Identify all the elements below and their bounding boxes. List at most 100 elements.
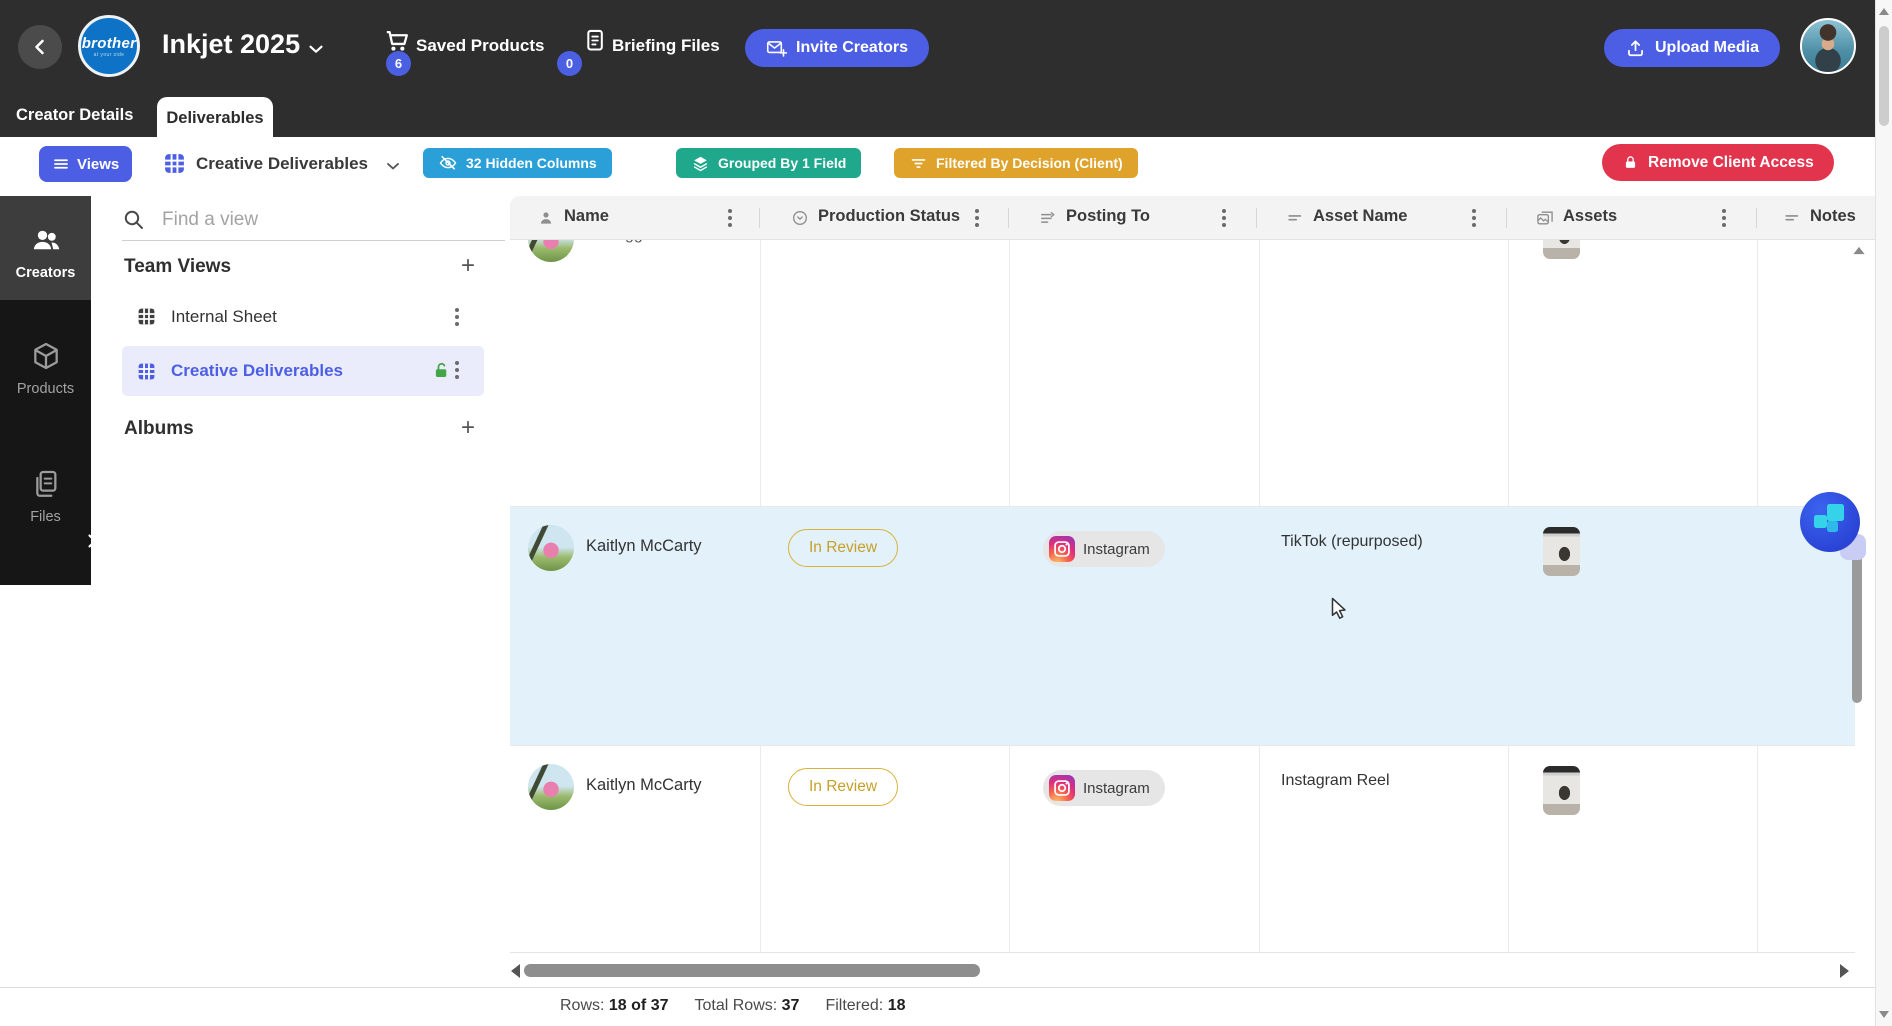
view-item-menu-icon[interactable] [455,361,459,365]
hscroll-right-arrow[interactable] [1840,964,1849,978]
column-header-asset-name[interactable]: Asset Name [1313,207,1407,226]
asset-thumbnail[interactable] [1543,240,1580,259]
tab-creator-details[interactable]: Creator Details [16,94,133,137]
saved-products-label[interactable]: Saved Products [416,36,545,56]
asset-name-text[interactable]: TikTok (repurposed) [1281,533,1423,551]
view-item-creative-deliverables[interactable]: Creative Deliverables [122,346,484,396]
rail-item-creators[interactable]: Creators [0,196,91,300]
filtered-label: Filtered By Decision (Client) [936,155,1123,171]
text-field-icon [1285,208,1305,228]
eye-off-icon [438,153,458,173]
posting-to-chip[interactable]: Instagram [1043,770,1165,806]
view-selector-chevron-down-icon[interactable] [383,156,403,176]
column-menu-icon[interactable] [1722,209,1726,213]
avatar[interactable] [528,240,574,262]
rail-item-products[interactable]: Products [0,340,91,397]
view-item-menu-icon[interactable] [455,308,459,312]
mail-plus-icon [766,38,787,59]
rail-label-files: Files [30,509,61,525]
brand-tagline: at your side [93,51,125,58]
campaign-chevron-down-icon[interactable] [305,38,327,60]
invite-creators-button[interactable]: Invite Creators [745,29,930,67]
column-menu-icon[interactable] [975,209,979,213]
view-selector[interactable]: Creative Deliverables [196,154,368,174]
add-album-button[interactable]: + [455,416,481,442]
filtered-chip[interactable]: Filtered By Decision (Client) [894,148,1138,178]
upload-media-button[interactable]: Upload Media [1604,29,1781,67]
view-item-internal-sheet[interactable]: Internal Sheet [136,306,277,327]
view-item-label: Creative Deliverables [171,361,343,380]
posting-to-chip[interactable]: Instagram [1043,531,1165,567]
albums-heading: Albums [124,418,194,439]
avatar[interactable] [528,525,574,571]
horizontal-scrollbar-thumb[interactable] [524,964,980,977]
hscroll-left-arrow[interactable] [511,964,520,978]
hidden-columns-label: 32 Hidden Columns [466,155,597,171]
column-menu-icon[interactable] [728,209,732,213]
find-view-input[interactable] [160,208,464,232]
instagram-icon [1049,536,1075,562]
remove-client-access-button[interactable]: Remove Client Access [1602,144,1834,181]
find-view-search[interactable] [122,200,505,241]
tab-deliverables[interactable]: Deliverables [157,97,273,137]
column-header-production-status[interactable]: Production Status [818,207,960,226]
upload-icon [1625,38,1646,59]
rail-label-products: Products [16,381,75,397]
app-root: brother at your side Inkjet 2025 6 Saved… [0,0,1892,1026]
column-header-name[interactable]: Name [564,207,609,226]
views-label: Views [77,155,120,173]
table-body: gg Kaitlyn McCarty In Review Instagram T… [510,240,1855,953]
creator-name[interactable]: Kaitlyn McCarty [586,537,702,556]
search-icon [122,208,146,232]
campaign-title: Inkjet 2025 [162,29,301,59]
page-scrollbar-thumb[interactable] [1879,26,1889,126]
box-icon [30,340,62,372]
saved-products-badge: 6 [386,51,411,76]
column-menu-icon[interactable] [1222,209,1226,213]
briefing-files-icon[interactable] [581,27,608,54]
rail-label-creators: Creators [15,265,76,281]
asset-name-text[interactable]: Instagram Reel [1281,772,1390,790]
avatar[interactable] [528,764,574,810]
back-button[interactable] [18,25,62,69]
table-scroll-up-arrow[interactable] [1852,246,1866,255]
column-menu-icon[interactable] [1472,209,1476,213]
hidden-columns-chip[interactable]: 32 Hidden Columns [423,148,612,178]
column-resize-handle[interactable] [1256,208,1257,228]
column-resize-handle[interactable] [759,208,760,228]
table-header: Name Production Status Posting To Asset … [510,196,1875,240]
grouped-chip[interactable]: Grouped By 1 Field [676,148,862,178]
rows-count: Rows: 18 of 37 [560,997,669,1014]
grid-view-icon [162,151,187,176]
unlock-icon [432,361,451,380]
add-team-view-button[interactable]: + [455,254,481,280]
column-header-notes[interactable]: Notes [1810,207,1856,226]
production-status-badge[interactable]: In Review [788,768,899,806]
briefing-files-label[interactable]: Briefing Files [612,36,720,56]
row-border [510,506,1855,507]
user-avatar[interactable] [1800,18,1856,74]
top-bar: brother at your side Inkjet 2025 6 Saved… [0,0,1875,94]
production-status-badge[interactable]: In Review [788,529,899,567]
asset-thumbnail[interactable] [1543,766,1580,815]
asset-thumbnail[interactable] [1543,527,1580,576]
table-vertical-scrollbar-thumb[interactable] [1852,553,1862,703]
creator-name[interactable]: Kaitlyn McCarty [586,776,702,795]
views-panel: Team Views + Internal Sheet Creative Del… [91,196,510,987]
column-resize-handle[interactable] [1008,208,1009,228]
page-scroll-down-arrow[interactable] [1879,1011,1889,1018]
files-icon [30,468,62,500]
views-button[interactable]: Views [39,146,133,182]
page-scrollbar[interactable] [1875,0,1892,1026]
floating-extension-button[interactable] [1800,492,1860,552]
team-views-heading: Team Views [124,256,232,277]
posting-to-label: Instagram [1083,779,1150,797]
menu-icon [52,155,70,173]
page-scroll-up-arrow[interactable] [1879,8,1889,15]
column-resize-handle[interactable] [1756,208,1757,228]
nav-rail: Creators Products Files [0,196,110,585]
column-header-assets[interactable]: Assets [1563,207,1617,226]
column-resize-handle[interactable] [1506,208,1507,228]
column-header-posting-to[interactable]: Posting To [1066,207,1150,226]
layers-icon [691,154,710,173]
